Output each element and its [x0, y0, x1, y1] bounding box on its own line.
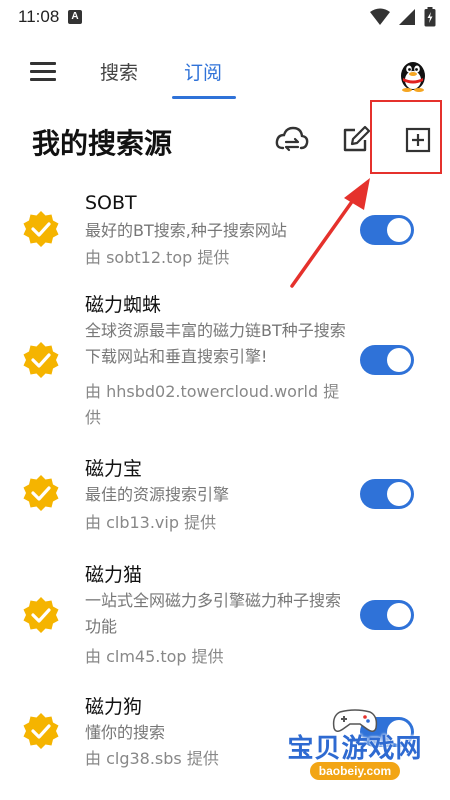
item-description: 最佳的资源搜索引擎	[85, 485, 230, 504]
item-provider: 由 clm45.top 提供	[85, 647, 224, 666]
enable-toggle[interactable]	[360, 600, 414, 630]
wifi-icon	[370, 8, 390, 25]
watermark: 宝贝游戏网 baobeiy.com	[280, 708, 430, 792]
menu-icon[interactable]	[30, 62, 56, 82]
verified-badge-icon	[23, 475, 59, 511]
notification-icon: A	[68, 10, 82, 24]
status-bar: 11:08 A	[0, 0, 450, 34]
cloud-sync-icon[interactable]	[274, 122, 310, 158]
item-provider: 由 sobt12.top 提供	[85, 248, 230, 267]
item-description: 全球资源最丰富的磁力链BT种子搜索下载网站和垂直搜索引擎!	[85, 321, 346, 366]
verified-badge-icon	[23, 713, 59, 749]
item-title: 磁力狗	[85, 696, 143, 718]
top-toolbar: 搜索 订阅	[0, 44, 450, 102]
status-time: 11:08	[18, 7, 60, 26]
page-title: 我的搜索源	[32, 127, 173, 160]
enable-toggle[interactable]	[360, 215, 414, 245]
enable-toggle[interactable]	[360, 479, 414, 509]
item-title: SOBT	[85, 192, 137, 214]
verified-badge-icon	[23, 342, 59, 378]
item-provider: 由 hhsbd02.towercloud.world 提供	[85, 382, 340, 427]
highlight-box	[370, 100, 442, 174]
item-title: 磁力猫	[85, 564, 143, 586]
edit-icon[interactable]	[338, 122, 374, 158]
item-description: 一站式全网磁力多引擎磁力种子搜索功能	[85, 591, 342, 636]
active-tab-indicator	[172, 96, 236, 99]
battery-icon	[424, 7, 436, 27]
enable-toggle[interactable]	[360, 345, 414, 375]
item-description: 最好的BT搜索,种子搜索网站	[85, 221, 287, 240]
tab-subscribe[interactable]: 订阅	[184, 58, 222, 85]
item-title: 磁力宝	[85, 458, 143, 480]
watermark-name: 宝贝游戏网	[287, 734, 423, 764]
item-title: 磁力蜘蛛	[85, 294, 162, 316]
signal-icon	[399, 9, 415, 25]
verified-badge-icon	[23, 597, 59, 633]
item-provider: 由 clb13.vip 提供	[85, 513, 217, 532]
qq-penguin-avatar-icon[interactable]	[398, 58, 428, 92]
verified-badge-icon	[23, 211, 59, 247]
tab-search[interactable]: 搜索	[100, 58, 138, 85]
status-icons	[370, 7, 436, 27]
watermark-url: baobeiy.com	[310, 762, 400, 780]
